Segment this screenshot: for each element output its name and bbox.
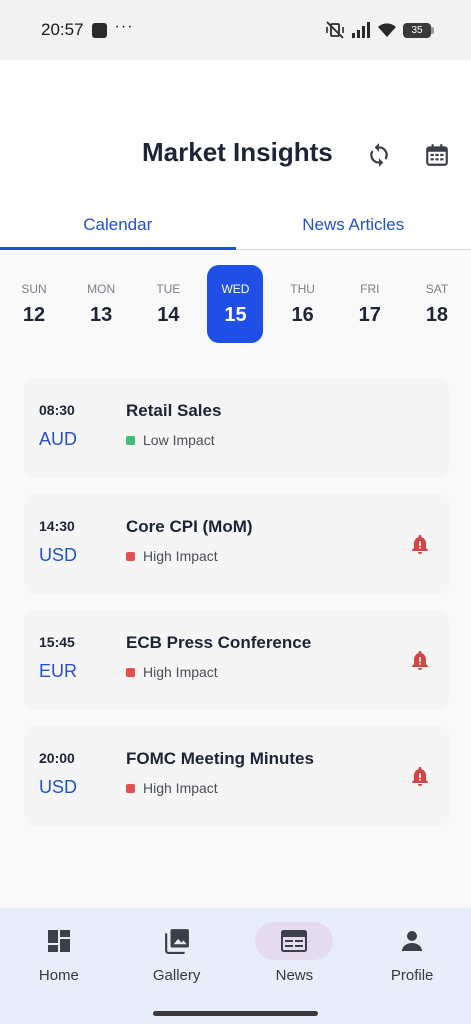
day-number: 16: [291, 303, 314, 326]
day-fri[interactable]: FRI 17: [342, 265, 398, 343]
day-wed-selected[interactable]: WED 15: [207, 265, 264, 343]
status-bar: 20:57 ··· 35: [0, 0, 471, 60]
wifi-icon: [378, 23, 396, 37]
high-impact-dot-icon: [126, 667, 135, 677]
high-impact-dot-icon: [126, 551, 135, 561]
event-card[interactable]: 08:30 AUD Retail Sales Low Impact: [24, 378, 449, 478]
nav-label: News: [275, 967, 314, 984]
day-name: SUN: [21, 281, 47, 296]
more-notifications-icon: ···: [114, 18, 134, 35]
day-sun[interactable]: SUN 12: [6, 265, 62, 343]
profile-icon: [402, 931, 423, 951]
impact-indicator: High Impact: [126, 780, 218, 796]
event-title: Retail Sales: [126, 401, 222, 420]
day-number: 17: [358, 303, 381, 326]
refresh-button[interactable]: [361, 137, 397, 173]
event-list: 08:30 AUD Retail Sales Low Impact 14:30 …: [24, 378, 449, 842]
vibrate-off-icon: [326, 21, 344, 39]
nav-icon-container: [20, 922, 98, 960]
impact-label: High Impact: [143, 780, 218, 796]
alert-bell-icon[interactable]: [411, 650, 429, 672]
day-number: 14: [157, 303, 180, 326]
nav-news[interactable]: News: [236, 908, 354, 1024]
day-thu[interactable]: THU 16: [275, 265, 331, 343]
event-title: ECB Press Conference: [126, 633, 312, 652]
refresh-icon: [370, 143, 388, 167]
low-impact-dot-icon: [126, 435, 135, 445]
day-number: 18: [425, 303, 449, 326]
event-currency: AUD: [39, 429, 78, 449]
nav-icon-container: [138, 922, 216, 960]
event-currency: EUR: [39, 661, 78, 681]
day-name: FRI: [360, 281, 380, 296]
tab-label: Calendar: [83, 214, 153, 234]
event-card[interactable]: 14:30 USD Core CPI (MoM) High Impact: [24, 494, 449, 594]
battery-level: 35: [411, 24, 423, 36]
notification-icon: [91, 22, 107, 38]
event-card[interactable]: 20:00 USD FOMC Meeting Minutes High Impa…: [24, 726, 449, 826]
event-currency: USD: [39, 777, 78, 797]
news-icon: [281, 930, 308, 952]
nav-label: Home: [38, 967, 79, 984]
bottom-nav: Home Gallery News Profile: [0, 908, 471, 1024]
tab-label: News Articles: [302, 214, 405, 234]
nav-gallery[interactable]: Gallery: [118, 908, 236, 1024]
alert-bell-icon[interactable]: [411, 766, 429, 788]
nav-label: Gallery: [152, 967, 201, 984]
high-impact-dot-icon: [126, 783, 135, 793]
nav-profile[interactable]: Profile: [353, 908, 471, 1024]
event-currency: USD: [39, 545, 78, 565]
event-title: FOMC Meeting Minutes: [126, 749, 314, 768]
day-name: TUE: [156, 281, 181, 296]
event-card[interactable]: 15:45 EUR ECB Press Conference High Impa…: [24, 610, 449, 710]
impact-indicator: High Impact: [126, 548, 218, 564]
nav-home[interactable]: Home: [0, 908, 118, 1024]
status-time: 20:57: [41, 20, 84, 39]
event-time: 20:00: [39, 750, 75, 766]
event-time: 14:30: [39, 518, 75, 534]
page-title: Market Insights: [142, 137, 333, 167]
dashboard-icon: [47, 930, 70, 952]
day-tue[interactable]: TUE 14: [140, 265, 196, 343]
day-name: SAT: [425, 281, 449, 296]
impact-indicator: Low Impact: [126, 432, 215, 448]
week-selector: SUN 12 MON 13 TUE 14 WED 15 THU 16 FRI 1…: [6, 265, 465, 343]
calendar-button[interactable]: [419, 137, 455, 173]
day-number: 13: [90, 303, 113, 326]
day-name: THU: [290, 281, 315, 296]
gesture-bar[interactable]: [153, 1011, 318, 1016]
day-number: 15: [224, 303, 247, 326]
impact-label: High Impact: [143, 548, 218, 564]
alert-bell-icon[interactable]: [411, 534, 429, 556]
impact-label: Low Impact: [143, 432, 215, 448]
tab-calendar[interactable]: Calendar: [0, 200, 236, 250]
gallery-icon: [164, 929, 189, 954]
impact-label: High Impact: [143, 664, 218, 680]
tab-bar: Calendar News Articles: [0, 200, 471, 250]
event-time: 08:30: [39, 402, 75, 418]
event-time: 15:45: [39, 634, 75, 650]
event-title: Core CPI (MoM): [126, 517, 253, 536]
impact-indicator: High Impact: [126, 664, 218, 680]
day-sat[interactable]: SAT 18: [409, 265, 465, 343]
day-name: MON: [87, 281, 116, 296]
signal-icon: [352, 22, 370, 38]
day-number: 12: [22, 303, 46, 326]
nav-icon-container: [255, 922, 334, 960]
battery-icon: 35: [403, 22, 434, 38]
nav-icon-container: [373, 922, 451, 960]
day-mon[interactable]: MON 13: [73, 265, 129, 343]
day-name: WED: [221, 281, 250, 296]
tab-news-articles[interactable]: News Articles: [236, 200, 471, 249]
calendar-icon: [426, 144, 448, 166]
nav-label: Profile: [390, 967, 434, 984]
